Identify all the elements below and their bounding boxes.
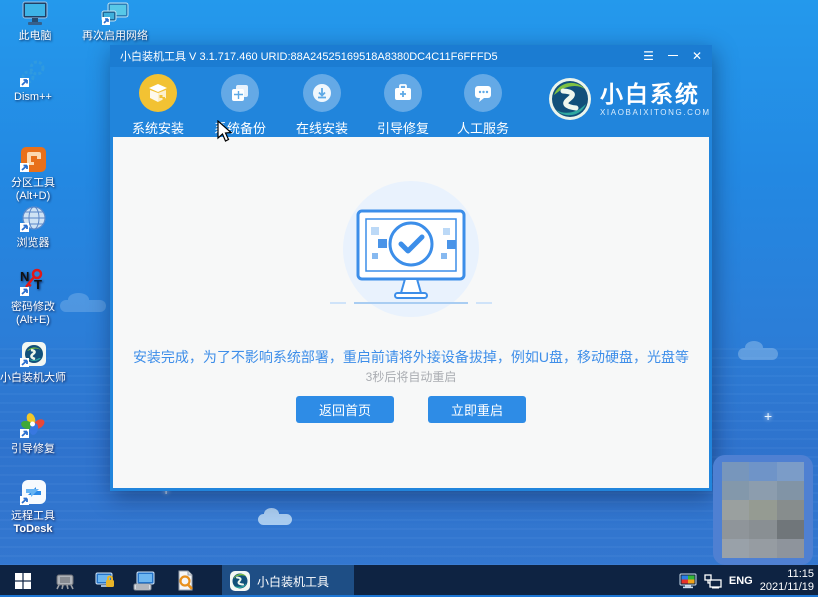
tab-boot-repair[interactable]: 引导修复 [365, 74, 441, 137]
xiaobai-tool-taskbar-icon [230, 571, 250, 591]
desktop-icon-label: 此电脑 [18, 30, 52, 42]
clock-date: 2021/11/19 [759, 581, 814, 593]
countdown-text: 3秒后将自动重启 [365, 370, 457, 384]
desktop-icon-label2: ToDesk [13, 523, 53, 535]
main-panel: 安装完成，为了不影响系统部署，重启前请将外接设备拔掉，例如U盘，移动硬盘，光盘等… [113, 137, 709, 488]
brand-domain: XIAOBAIXITONG.COM [600, 107, 711, 117]
tab-label: 系统备份 [213, 121, 266, 136]
tab-online-install[interactable]: 在线安装 [284, 74, 360, 137]
partition-tool-icon [20, 147, 46, 172]
desktop-icon-partition-tool[interactable]: 分区工具 (Alt+D) [0, 146, 66, 203]
desktop-icon-dism[interactable]: Dism++ [0, 60, 66, 104]
pc-lock-icon [95, 572, 114, 587]
brand-name: 小白系统 [600, 80, 700, 107]
taskbar-app-pc-keyboard[interactable] [125, 565, 165, 597]
this-pc-icon [22, 1, 48, 25]
desktop-icon-label: Dism++ [14, 91, 52, 103]
chat-icon [475, 86, 491, 102]
desktop-icon-network[interactable]: 再次启用网络 [82, 1, 148, 43]
desktop-icon-label: 引导修复 [11, 443, 55, 455]
tab-system-backup[interactable]: 系统备份 [202, 74, 278, 137]
xiaobai-master-icon [20, 342, 46, 367]
svg-text:N: N [20, 269, 29, 284]
display-color-tray-icon[interactable] [679, 573, 697, 589]
window-titlebar[interactable]: 小白装机工具 V 3.1.717.460 URID:88A24525169518… [110, 45, 712, 67]
taskbar-active-app[interactable]: 小白装机工具 [222, 565, 354, 597]
desktop-icon-label: 密码修改 [11, 301, 55, 313]
desktop-icon-browser[interactable]: 浏览器 [0, 206, 66, 250]
sparkle: + [764, 408, 773, 424]
system-tray: ENG 11:15 2021/11/19 [679, 565, 814, 597]
browser-icon [20, 206, 46, 232]
desktop-icon-label: 浏览器 [16, 237, 50, 249]
desktop-icon-label: 再次启用网络 [82, 30, 148, 42]
todesk-icon [20, 480, 46, 505]
tab-label: 引导修复 [376, 121, 429, 136]
desktop-icon-boot-repair[interactable]: 引导修复 [0, 412, 66, 456]
cloud [60, 293, 106, 312]
language-indicator[interactable]: ENG [729, 575, 753, 587]
windows-logo-icon [14, 573, 31, 589]
tab-system-install[interactable]: 系统安装 [120, 74, 196, 137]
desktop: + + 此电脑 再次启用网络 Dism++ [0, 0, 818, 597]
brand-logo: 小白系统 XIAOBAIXITONG.COM [548, 77, 711, 121]
install-complete-illustration [330, 181, 492, 317]
desktop-icon-label: 小白装机大师 [0, 372, 66, 384]
restart-button[interactable]: 立即重启 [428, 396, 526, 423]
status-message: 安装完成，为了不影响系统部署，重启前请将外接设备拔掉，例如U盘，移动硬盘，光盘等 [132, 349, 690, 365]
cloud [258, 507, 292, 525]
menu-icon[interactable]: ☰ [643, 49, 654, 63]
taskbar-active-app-label: 小白装机工具 [257, 574, 330, 589]
password-edit-icon: N T [20, 268, 43, 296]
tab-label: 在线安装 [295, 121, 348, 136]
desktop-icon-xiaobai-master[interactable]: 小白装机大师 [0, 341, 66, 385]
tab-label: 人工服务 [456, 121, 509, 136]
desktop-icon-label2: (Alt+E) [16, 314, 50, 326]
xiaobai-logo-icon [549, 78, 591, 120]
network-tray-icon[interactable] [704, 573, 722, 589]
backup-windows-icon [232, 85, 248, 101]
download-icon [313, 84, 331, 102]
chip-icon [56, 574, 74, 590]
svg-text:T: T [34, 277, 42, 292]
desktop-icon-this-pc[interactable]: 此电脑 [2, 1, 68, 43]
pc-keyboard-icon [133, 571, 155, 591]
minimize-icon[interactable]: — [668, 49, 678, 63]
desktop-icon-todesk[interactable]: 远程工具 ToDesk [0, 479, 66, 536]
dism-icon [20, 60, 45, 87]
window-title: 小白装机工具 V 3.1.717.460 URID:88A24525169518… [120, 51, 498, 63]
tab-label: 系统安装 [131, 121, 184, 136]
home-button[interactable]: 返回首页 [296, 396, 394, 423]
xiaobai-tool-window: 小白装机工具 V 3.1.717.460 URID:88A24525169518… [110, 45, 712, 491]
install-box-icon [149, 84, 167, 102]
boot-repair-icon [20, 413, 45, 438]
desktop-icon-label: 分区工具 [11, 177, 55, 189]
close-icon[interactable]: ✕ [692, 49, 702, 63]
clock[interactable]: 11:15 2021/11/19 [760, 568, 814, 594]
clock-time: 11:15 [787, 568, 814, 580]
mouse-cursor [217, 120, 233, 142]
desktop-icon-label2: (Alt+D) [15, 190, 51, 202]
network-icon [101, 2, 129, 25]
toolbox-icon [395, 84, 411, 100]
taskbar-app-search-file[interactable] [165, 565, 205, 597]
desktop-icon-label: 远程工具 [11, 510, 55, 522]
cloud [738, 341, 778, 360]
search-document-icon [178, 570, 193, 591]
start-button[interactable] [0, 565, 45, 597]
taskbar-app-cpu[interactable] [45, 565, 85, 597]
tab-customer-service[interactable]: 人工服务 [445, 74, 521, 137]
pixelated-region [713, 455, 813, 565]
taskbar-app-pc-lock[interactable] [85, 565, 125, 597]
desktop-icon-password-edit[interactable]: N T 密码修改 (Alt+E) [0, 268, 66, 327]
nav-bar: 系统安装 系统备份 在线安装 引导修复 人工服务 小白系统 XIAOBAIXIT… [110, 67, 712, 137]
taskbar: 小白装机工具 ENG 11:15 2021/11/19 [0, 565, 818, 597]
